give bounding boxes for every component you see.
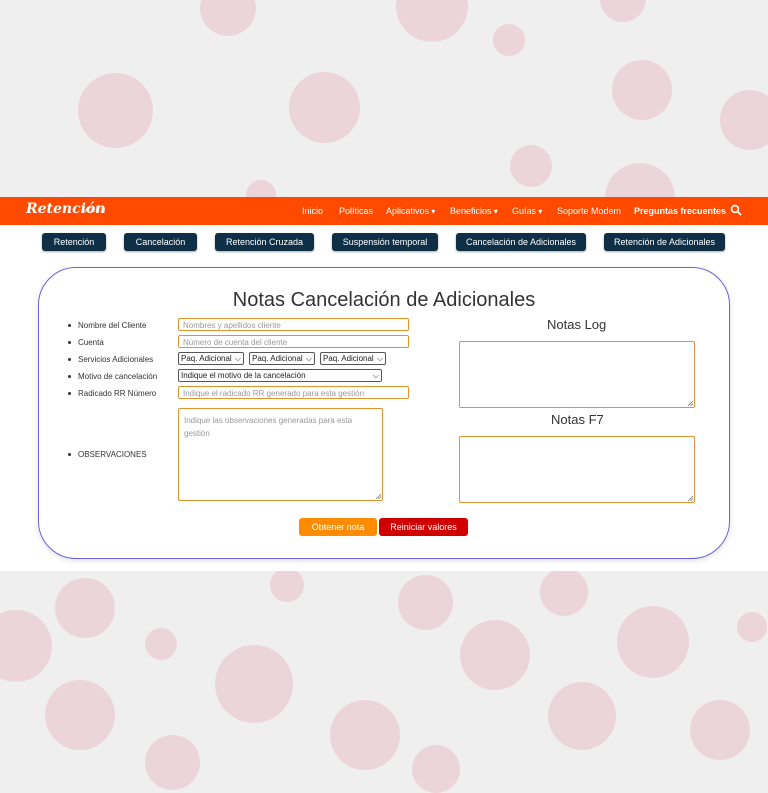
tab-cancelacion-adicionales[interactable]: Cancelación de Adicionales: [456, 233, 586, 251]
label-observaciones: OBSERVACIONES: [78, 450, 147, 459]
nav-item-soporte-modem[interactable]: Soporte Modem: [557, 206, 621, 216]
cuenta-input[interactable]: Número de cuenta del cliente: [178, 335, 409, 348]
servicio-adicional-select-1[interactable]: Paq. Adicional ⌵: [178, 352, 244, 365]
bullet: [68, 358, 71, 361]
tab-suspension-temporal[interactable]: Suspensión temporal: [332, 233, 438, 251]
bullet: [68, 324, 71, 327]
bullet: [68, 375, 71, 378]
label-radicado-rr: Radicado RR Número: [78, 389, 157, 398]
tab-retencion-adicionales[interactable]: Retención de Adicionales: [604, 233, 725, 251]
search-icon[interactable]: [730, 203, 742, 217]
motivo-cancelacion-value: Indique el motivo de la cancelación: [181, 371, 306, 380]
servicio-adicional-select-2[interactable]: Paq. Adicional ⌵: [249, 352, 315, 365]
servicio-adicional-select-1-value: Paq. Adicional: [181, 354, 232, 363]
chevron-down-icon: ⌵: [376, 354, 383, 363]
nav-item-beneficios[interactable]: Beneficios: [450, 206, 498, 216]
label-cuenta: Cuenta: [78, 338, 104, 347]
nav-item-guias[interactable]: Guías: [512, 206, 542, 216]
label-motivo-cancelacion: Motivo de cancelación: [78, 372, 158, 381]
servicio-adicional-select-2-value: Paq. Adicional: [252, 354, 303, 363]
top-navbar: Retención V 3.8.0 Inicio Políticas Aplic…: [0, 197, 768, 225]
observaciones-textarea[interactable]: Indique las observaciones generadas para…: [178, 408, 383, 501]
nav-item-guias-label: Guías: [512, 206, 537, 216]
radicado-rr-input[interactable]: Indique el radicado RR generado para est…: [178, 386, 409, 399]
nav-item-beneficios-label: Beneficios: [450, 206, 492, 216]
page-title: Notas Cancelación de Adicionales: [232, 289, 536, 311]
servicio-adicional-select-3-value: Paq. Adicional: [323, 354, 374, 363]
bullet: [68, 392, 71, 395]
bullet: [68, 341, 71, 344]
nav-item-preguntas-frecuentes[interactable]: Preguntas frecuentes: [634, 206, 726, 216]
notas-log-textarea[interactable]: [459, 341, 695, 408]
notas-log-title: Notas Log: [547, 317, 607, 332]
nav-item-inicio[interactable]: Inicio: [302, 206, 323, 216]
motivo-cancelacion-select[interactable]: Indique el motivo de la cancelación ⌵: [178, 369, 382, 382]
resize-grip-icon[interactable]: [687, 495, 693, 501]
resize-grip-icon[interactable]: [375, 493, 381, 499]
tab-retencion-cruzada[interactable]: Retención Cruzada: [215, 233, 314, 251]
observaciones-placeholder: Indique las observaciones generadas para…: [184, 416, 353, 438]
resize-grip-icon[interactable]: [687, 400, 693, 406]
chevron-down-icon: ⌵: [372, 371, 379, 380]
notas-f7-textarea[interactable]: [459, 436, 695, 503]
chevron-down-icon: ⌵: [234, 354, 241, 363]
label-servicios-adicionales: Servicios Adicionales: [78, 355, 154, 364]
label-nombre-cliente: Nombre del Cliente: [78, 321, 147, 330]
tab-cancelacion[interactable]: Cancelación: [124, 233, 197, 251]
notas-f7-title: Notas F7: [551, 412, 604, 427]
nav-item-politicas[interactable]: Políticas: [339, 206, 373, 216]
servicio-adicional-select-3[interactable]: Paq. Adicional ⌵: [320, 352, 386, 365]
reiniciar-valores-button[interactable]: Reiniciar valores: [379, 518, 468, 536]
chevron-down-icon: ⌵: [305, 354, 312, 363]
tab-retencion[interactable]: Retención: [42, 233, 106, 251]
nav-item-aplicativos-label: Aplicativos: [386, 206, 430, 216]
nombre-cliente-input[interactable]: Nombres y apellidos cliente: [178, 318, 409, 331]
obtener-nota-button[interactable]: Obtener nota: [299, 518, 377, 536]
bullet: [68, 453, 71, 456]
nav-item-aplicativos[interactable]: Aplicativos: [386, 206, 435, 216]
app-version: V 3.8.0: [83, 207, 106, 214]
